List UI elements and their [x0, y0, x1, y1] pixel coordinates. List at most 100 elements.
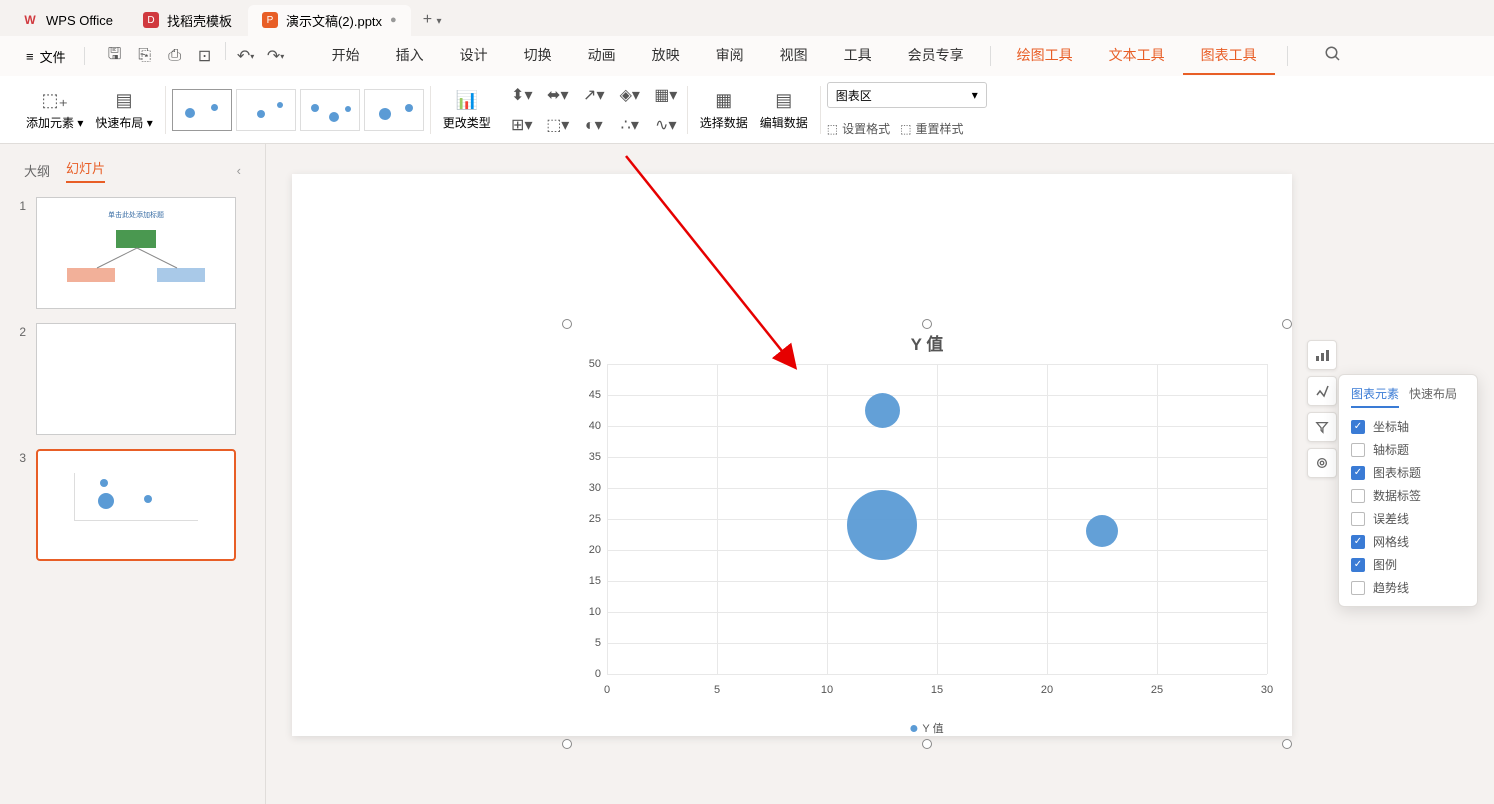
- change-type-button[interactable]: 📊 更改类型: [437, 84, 497, 135]
- chart-plot-area[interactable]: 05101520253035404550 051015202530: [607, 364, 1267, 674]
- slide-thumb-1[interactable]: 单击此处添加标题: [36, 197, 236, 309]
- resize-handle[interactable]: [922, 319, 932, 329]
- slide-thumb-2[interactable]: [36, 323, 236, 435]
- resize-handle[interactable]: [1282, 739, 1292, 749]
- x-axis-tick: 10: [821, 684, 833, 696]
- x-axis-tick: 20: [1041, 684, 1053, 696]
- menu-drawing-tools[interactable]: 绘图工具: [999, 37, 1091, 75]
- menu-tools[interactable]: 工具: [826, 37, 890, 75]
- edit-data-button[interactable]: ▤ 编辑数据: [754, 84, 814, 135]
- data-labels-icon[interactable]: ◈▾: [615, 83, 645, 107]
- menu-text-tools[interactable]: 文本工具: [1091, 37, 1183, 75]
- search-icon[interactable]: [1324, 45, 1342, 68]
- chart-float-buttons: [1307, 340, 1337, 478]
- chart-bubble[interactable]: [847, 490, 917, 560]
- save-icon[interactable]: 🖫: [101, 42, 129, 70]
- x-axis-tick: 30: [1261, 684, 1273, 696]
- popup-tab-elements[interactable]: 图表元素: [1351, 385, 1399, 408]
- resize-handle[interactable]: [562, 319, 572, 329]
- menu-view[interactable]: 视图: [762, 37, 826, 75]
- set-format-button[interactable]: ⬚ 设置格式: [827, 120, 890, 137]
- add-tab-button[interactable]: + ▾: [413, 5, 452, 35]
- checkbox-icon: [1351, 512, 1365, 526]
- chart-settings-button[interactable]: [1307, 448, 1337, 478]
- checkbox-icon: [1351, 420, 1365, 434]
- error-bars-icon[interactable]: ⊞▾: [507, 113, 537, 137]
- legend-icon[interactable]: ◐▾: [579, 113, 609, 137]
- menu-member[interactable]: 会员专享: [890, 37, 982, 75]
- chart-legend[interactable]: Y 值: [910, 720, 943, 736]
- menu-review[interactable]: 审阅: [698, 37, 762, 75]
- slides-tab[interactable]: 幻灯片: [66, 158, 105, 183]
- checkbox-icon: [1351, 558, 1365, 572]
- chart-element-select[interactable]: 图表区 ▾: [827, 82, 987, 108]
- print-icon[interactable]: ⎙: [161, 42, 189, 70]
- chart-preset-1[interactable]: [172, 89, 232, 131]
- y-axis-tick: 35: [579, 451, 601, 463]
- file-menu[interactable]: ≡ 文件: [16, 43, 76, 70]
- trendline-icon[interactable]: ∿▾: [651, 113, 681, 137]
- slide-number: 2: [12, 323, 26, 339]
- chart-preset-2[interactable]: [236, 89, 296, 131]
- checkbox-label: 误差线: [1373, 510, 1409, 527]
- slide-canvas[interactable]: Y 值 05101520253035404550 051015202530 Y …: [292, 174, 1292, 736]
- print-preview-icon[interactable]: ⊡: [191, 42, 219, 70]
- axis-icon[interactable]: ⬍▾: [507, 83, 537, 107]
- y-axis-tick: 25: [579, 513, 601, 525]
- menu-insert[interactable]: 插入: [378, 37, 442, 75]
- chart-title-icon[interactable]: ↗▾: [579, 83, 609, 107]
- reset-style-button[interactable]: ⬚ 重置样式: [900, 120, 963, 137]
- select-data-button[interactable]: ▦ 选择数据: [694, 84, 754, 135]
- menu-slideshow[interactable]: 放映: [634, 37, 698, 75]
- chart-element-checkbox[interactable]: 坐标轴: [1351, 418, 1465, 435]
- chart-filter-button[interactable]: [1307, 412, 1337, 442]
- redo-icon[interactable]: ↷▾: [262, 42, 290, 70]
- menu-design[interactable]: 设计: [442, 37, 506, 75]
- chart-element-checkbox[interactable]: 图例: [1351, 556, 1465, 573]
- edit-data-icon: ▤: [772, 88, 796, 112]
- ppt-icon: P: [262, 12, 278, 28]
- popup-tab-layout[interactable]: 快速布局: [1409, 385, 1457, 408]
- wps-office-tab[interactable]: W WPS Office: [8, 6, 127, 34]
- menu-transition[interactable]: 切换: [506, 37, 570, 75]
- chart-element-checkbox[interactable]: 数据标签: [1351, 487, 1465, 504]
- menu-chart-tools[interactable]: 图表工具: [1183, 37, 1275, 75]
- resize-handle[interactable]: [562, 739, 572, 749]
- gridlines-icon[interactable]: ⬚▾: [543, 113, 573, 137]
- hamburger-icon: ≡: [26, 49, 34, 64]
- menu-animation[interactable]: 动画: [570, 37, 634, 75]
- x-axis-tick: 0: [604, 684, 610, 696]
- slide-thumb-3[interactable]: [36, 449, 236, 561]
- chart-element-checkbox[interactable]: 误差线: [1351, 510, 1465, 527]
- outline-tab[interactable]: 大纲: [24, 161, 50, 180]
- set-format-label: 设置格式: [842, 120, 890, 137]
- template-tab[interactable]: D 找稻壳模板: [129, 5, 246, 36]
- template-icon: D: [143, 12, 159, 28]
- chart-styles-button[interactable]: [1307, 376, 1337, 406]
- lines-icon[interactable]: ∴▾: [615, 113, 645, 137]
- unsaved-indicator: ●: [390, 14, 397, 26]
- export-icon[interactable]: ⎘: [131, 42, 159, 70]
- chart-object[interactable]: Y 值 05101520253035404550 051015202530 Y …: [567, 324, 1287, 744]
- chart-element-checkbox[interactable]: 网格线: [1351, 533, 1465, 550]
- checkbox-label: 图例: [1373, 556, 1397, 573]
- chart-preset-3[interactable]: [300, 89, 360, 131]
- menu-start[interactable]: 开始: [314, 37, 378, 75]
- chart-elements-button[interactable]: [1307, 340, 1337, 370]
- chart-element-checkbox[interactable]: 趋势线: [1351, 579, 1465, 596]
- collapse-panel-icon[interactable]: ‹: [237, 163, 241, 178]
- quick-layout-button[interactable]: ▤ 快速布局 ▾: [89, 84, 158, 135]
- undo-icon[interactable]: ↶▾: [232, 42, 260, 70]
- chart-element-checkbox[interactable]: 图表标题: [1351, 464, 1465, 481]
- select-data-label: 选择数据: [700, 114, 748, 131]
- document-tab[interactable]: P 演示文稿(2).pptx ●: [248, 5, 411, 36]
- add-element-button[interactable]: ⬚₊ 添加元素 ▾: [20, 84, 89, 135]
- chart-element-checkbox[interactable]: 轴标题: [1351, 441, 1465, 458]
- resize-handle[interactable]: [1282, 319, 1292, 329]
- chart-bubble[interactable]: [865, 393, 900, 428]
- resize-handle[interactable]: [922, 739, 932, 749]
- data-table-icon[interactable]: ▦▾: [651, 83, 681, 107]
- chart-preset-4[interactable]: [364, 89, 424, 131]
- axis-title-icon[interactable]: ⬌▾: [543, 83, 573, 107]
- file-label: 文件: [40, 47, 66, 66]
